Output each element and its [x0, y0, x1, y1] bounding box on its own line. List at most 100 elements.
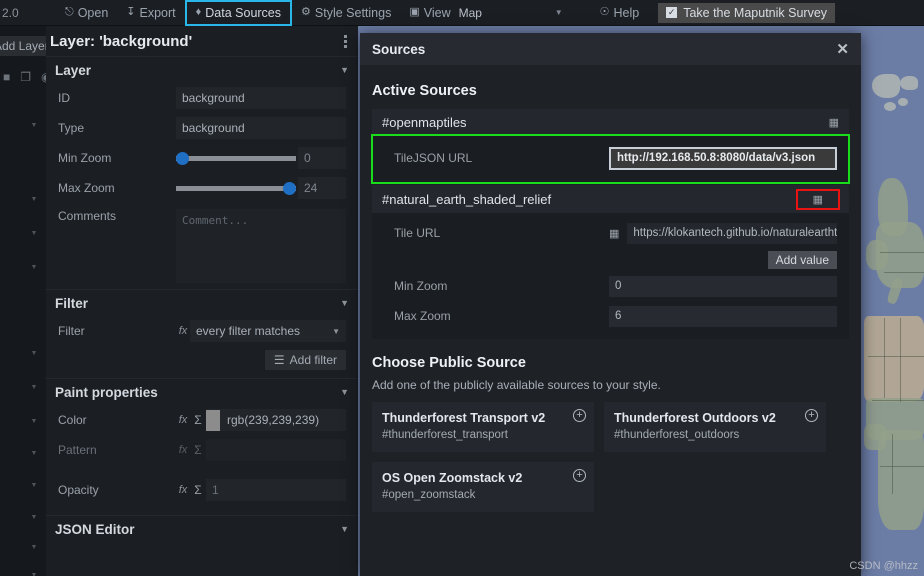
trash-icon[interactable]: ■	[3, 70, 10, 84]
max-zoom-value[interactable]: 24	[298, 177, 346, 199]
sigma-icon[interactable]: Σ	[190, 413, 206, 427]
layer-row-chevron-icon[interactable]: ▼	[30, 350, 38, 358]
duplicate-icon[interactable]: ❐	[20, 70, 31, 84]
color-swatch[interactable]	[206, 409, 220, 431]
max-zoom-slider[interactable]	[176, 177, 296, 199]
public-source-card[interactable]: OS Open Zoomstack v2 #open_zoomstack +	[372, 462, 594, 512]
field-row-type: Type background	[46, 113, 358, 143]
field-row-opacity: Opacity fx Σ 1	[46, 475, 358, 505]
toolbar-view-button[interactable]: ▣ View	[400, 0, 452, 26]
section-layer-header[interactable]: Layer ▼	[46, 56, 358, 83]
map-border-line	[884, 272, 924, 273]
max-zoom-slider-wrap: 24	[176, 177, 346, 199]
field-input-type[interactable]: background	[176, 117, 346, 139]
layer-row-chevron-icon[interactable]: ▼	[30, 572, 38, 576]
sigma-icon[interactable]: Σ	[190, 483, 206, 497]
kebab-menu-icon[interactable]	[344, 33, 348, 50]
public-source-title: Thunderforest Outdoors v2	[614, 411, 776, 425]
layer-row-chevron-icon[interactable]: ▼	[30, 418, 38, 426]
source-max-zoom-input[interactable]: 6	[609, 305, 837, 327]
layer-editor-panel: Layer: 'background' Layer ▼ ID backgroun…	[46, 26, 358, 576]
fx-icon[interactable]: fx	[176, 484, 190, 496]
pattern-input[interactable]	[206, 439, 346, 461]
color-value: rgb(239,239,239)	[227, 413, 320, 427]
open-icon: ⎋	[65, 6, 74, 18]
top-toolbar: 2.0 ⎋ Open ↧ Export ♦ Data Sources ⚙ Sty…	[0, 0, 924, 26]
tilejson-url-input[interactable]: http://192.168.50.8:8080/data/v3.json	[609, 146, 837, 170]
map-landmass	[866, 240, 888, 270]
add-source-plus-icon[interactable]: +	[805, 409, 818, 422]
add-source-plus-icon[interactable]: +	[573, 409, 586, 422]
public-source-cards: Thunderforest Transport v2 #thunderfores…	[372, 402, 849, 512]
public-source-title: OS Open Zoomstack v2	[382, 471, 523, 485]
section-paint-title: Paint properties	[55, 384, 158, 400]
section-json-editor-header[interactable]: JSON Editor ▼	[46, 515, 358, 542]
layers-icon: ♦	[195, 6, 202, 18]
chevron-down-icon: ▼	[332, 326, 340, 336]
map-border-line	[892, 434, 893, 494]
close-icon[interactable]: ✕	[836, 40, 849, 58]
layer-row-chevron-icon[interactable]: ▼	[30, 544, 38, 552]
map-landmass	[864, 424, 886, 450]
source-name: #openmaptiles	[382, 114, 467, 130]
toolbar-open-button[interactable]: ⎋ Open	[56, 0, 117, 26]
filter-select[interactable]: every filter matches ▼	[190, 320, 346, 342]
survey-label: Take the Maputnik Survey	[683, 5, 828, 20]
opacity-input[interactable]: 1	[206, 479, 346, 501]
source-min-zoom-input[interactable]: 0	[609, 275, 837, 297]
layer-row-chevron-icon[interactable]: ▼	[30, 122, 38, 130]
section-filter-header[interactable]: Filter ▼	[46, 289, 358, 316]
trash-icon[interactable]: ▦	[795, 188, 841, 210]
chevron-down-icon: ▼	[340, 65, 349, 75]
source-fields-highlighted: TileJSON URL http://192.168.50.8:8080/da…	[371, 134, 850, 184]
layer-list-panel: Add Layer ■ ❐ ◉ ▼ ▼ ▼ ▼ ▼ ▼ ▼ ▼ ▼ ▼ ▼ ▼ …	[0, 26, 57, 576]
public-source-id: #open_zoomstack	[382, 489, 476, 501]
trash-icon[interactable]: ▦	[609, 227, 619, 240]
toolbar-export-button[interactable]: ↧ Export	[117, 0, 184, 26]
field-row-id: ID background	[46, 83, 358, 113]
view-icon: ▣	[409, 6, 420, 18]
layer-row-chevron-icon[interactable]: ▼	[30, 450, 38, 458]
slider-knob[interactable]	[283, 181, 296, 195]
chevron-down-icon: ▼	[340, 524, 349, 534]
fx-icon[interactable]: fx	[176, 414, 190, 426]
layer-row-chevron-icon[interactable]: ▼	[30, 230, 38, 238]
field-label-tile-url: Tile URL	[394, 226, 441, 240]
toolbar-help-button[interactable]: ☉ Help	[591, 0, 649, 26]
map-border-line	[880, 466, 924, 467]
tile-url-input[interactable]: https://klokantech.github.io/naturaleart…	[627, 222, 837, 244]
view-mode-select[interactable]: Map ▼	[452, 1, 569, 24]
layer-row-chevron-icon[interactable]: ▼	[30, 482, 38, 490]
slider-knob[interactable]	[176, 151, 189, 165]
layer-row-chevron-icon[interactable]: ▼	[30, 196, 38, 204]
section-paint-header[interactable]: Paint properties ▼	[46, 378, 358, 405]
source-header[interactable]: #openmaptiles ▦	[372, 109, 849, 135]
comments-textarea[interactable]: Comment...	[176, 209, 346, 283]
section-layer-title: Layer	[55, 62, 92, 78]
toolbar-data-sources-button[interactable]: ♦ Data Sources	[184, 0, 293, 26]
survey-button[interactable]: ✓ Take the Maputnik Survey	[658, 2, 836, 23]
add-value-button[interactable]: Add value	[767, 251, 837, 269]
add-filter-button[interactable]: ☰ Add filter	[264, 350, 346, 370]
toolbar-export-label: Export	[139, 5, 176, 20]
color-input[interactable]: rgb(239,239,239)	[206, 409, 346, 431]
add-source-plus-icon[interactable]: +	[573, 469, 586, 482]
sigma-icon[interactable]: Σ	[190, 443, 206, 457]
field-input-id[interactable]: background	[176, 87, 346, 109]
toolbar-style-settings-button[interactable]: ⚙ Style Settings	[292, 0, 400, 26]
field-row-filter: Filter fx every filter matches ▼	[46, 316, 358, 346]
min-zoom-value[interactable]: 0	[298, 147, 346, 169]
layer-row-chevron-icon[interactable]: ▼	[30, 264, 38, 272]
trash-icon[interactable]: ▦	[829, 116, 839, 129]
fx-icon[interactable]: fx	[176, 444, 190, 456]
source-header[interactable]: #natural_earth_shaded_relief ▦	[372, 185, 849, 213]
fx-icon[interactable]: fx	[176, 325, 190, 337]
min-zoom-slider[interactable]	[176, 147, 296, 169]
layer-row-chevron-icon[interactable]: ▼	[30, 384, 38, 392]
public-source-card[interactable]: Thunderforest Transport v2 #thunderfores…	[372, 402, 594, 452]
layer-row-chevron-icon[interactable]: ▼	[30, 514, 38, 522]
public-source-card[interactable]: Thunderforest Outdoors v2 #thunderforest…	[604, 402, 826, 452]
field-label-min-zoom: Min Zoom	[58, 151, 112, 165]
field-label-color: Color	[58, 413, 87, 427]
map-landmass	[884, 102, 896, 111]
